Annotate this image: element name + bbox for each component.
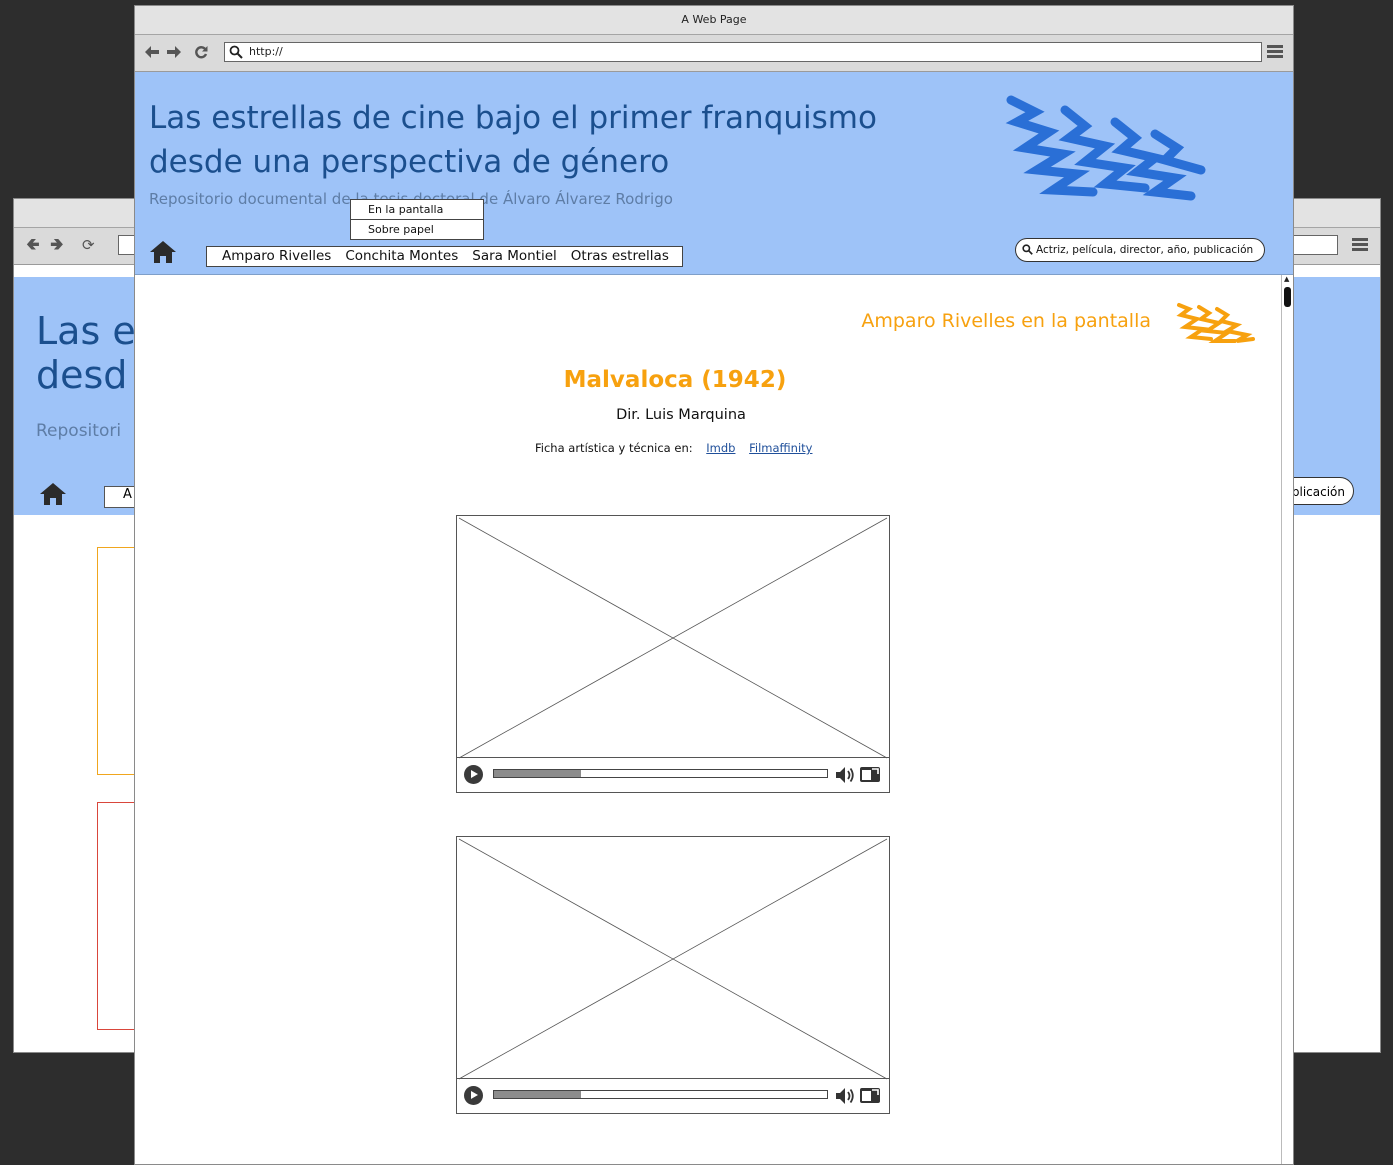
search-input[interactable]: Actriz, película, director, año, publica… [1015,238,1265,262]
play-icon[interactable] [464,1086,483,1105]
imdb-link[interactable]: Imdb [706,441,735,455]
main-content: Amparo Rivelles en la pantalla Malvaloca… [135,275,1281,1164]
video-placeholder [458,517,888,759]
menu-item-otras-estrellas[interactable]: Otras estrellas [571,247,669,266]
scroll-up-icon[interactable]: ▲ [1284,275,1289,283]
progress-bar[interactable] [493,1090,828,1099]
menu-item-amparo-rivelles[interactable]: Amparo Rivelles [222,247,331,266]
back-arrow-icon[interactable]: 🢀 [26,236,40,254]
film-title: Malvaloca (1942) [563,367,787,393]
site-title-line-2: desd [36,353,128,397]
back-arrow-icon[interactable] [144,45,160,59]
submenu-item-en-la-pantalla[interactable]: En la pantalla [351,200,483,219]
home-icon[interactable] [38,481,68,507]
browser-window: A Web Page http:// Las estrellas de cine… [134,5,1294,1165]
browser-toolbar: http:// [135,35,1293,72]
search-icon [1022,244,1033,255]
reload-icon[interactable]: ⟳ [82,236,95,254]
url-text: http:// [249,45,283,58]
site-title-line-1: Las e [36,309,136,353]
video-controls [457,1078,889,1113]
site-subtitle: Repositori [36,421,122,441]
submenu-item-sobre-papel[interactable]: Sobre papel [351,219,483,239]
forward-arrow-icon[interactable]: 🢂 [50,236,64,254]
film-links: Ficha artística y técnica en: Imdb Filma… [535,441,812,455]
video-player[interactable] [456,836,890,1114]
site-title: Las estrellas de cine bajo el primer fra… [149,96,877,184]
logo-scribble [1005,95,1206,201]
film-director: Dir. Luis Marquina [616,407,746,423]
vertical-scrollbar[interactable]: ▲ [1281,275,1293,1164]
section-scribble [1176,303,1255,343]
hamburger-icon[interactable] [1267,45,1283,59]
filmaffinity-link[interactable]: Filmaffinity [749,441,812,455]
progress-fill [494,770,581,777]
fullscreen-icon[interactable] [859,766,881,783]
progress-fill [494,1091,581,1098]
hamburger-icon[interactable] [1352,238,1368,252]
reload-icon[interactable] [194,45,208,59]
site-header: Las estrellas de cine bajo el primer fra… [135,72,1293,275]
video-player[interactable] [456,515,890,793]
url-bar[interactable]: http:// [224,42,1262,62]
fullscreen-icon[interactable] [859,1087,881,1104]
forward-arrow-icon[interactable] [166,45,182,59]
menu-item-conchita-montes[interactable]: Conchita Montes [345,247,458,266]
progress-bar[interactable] [493,769,828,778]
window-title: A Web Page [681,13,747,26]
search-placeholder: Actriz, película, director, año, publica… [1036,244,1254,256]
window-titlebar: A Web Page [135,6,1293,35]
site-title: Las e desd [36,309,136,397]
ficha-label: Ficha artística y técnica en: [535,441,693,455]
video-placeholder [458,838,888,1080]
volume-icon[interactable] [835,766,855,784]
video-controls [457,757,889,792]
section-heading: Amparo Rivelles en la pantalla [861,310,1151,332]
play-icon[interactable] [464,765,483,784]
home-icon[interactable] [149,240,177,264]
scroll-thumb[interactable] [1284,287,1291,307]
search-icon [229,45,243,59]
site-title-line-2: desde una perspectiva de género [149,144,670,180]
site-title-line-1: Las estrellas de cine bajo el primer fra… [149,100,877,136]
submenu-dropdown: En la pantalla Sobre papel [350,199,484,240]
volume-icon[interactable] [835,1087,855,1105]
menu-item-sara-montiel[interactable]: Sara Montiel [472,247,557,266]
main-menu: Amparo Rivelles Conchita Montes Sara Mon… [206,246,683,267]
menu-item[interactable]: A [123,487,132,502]
